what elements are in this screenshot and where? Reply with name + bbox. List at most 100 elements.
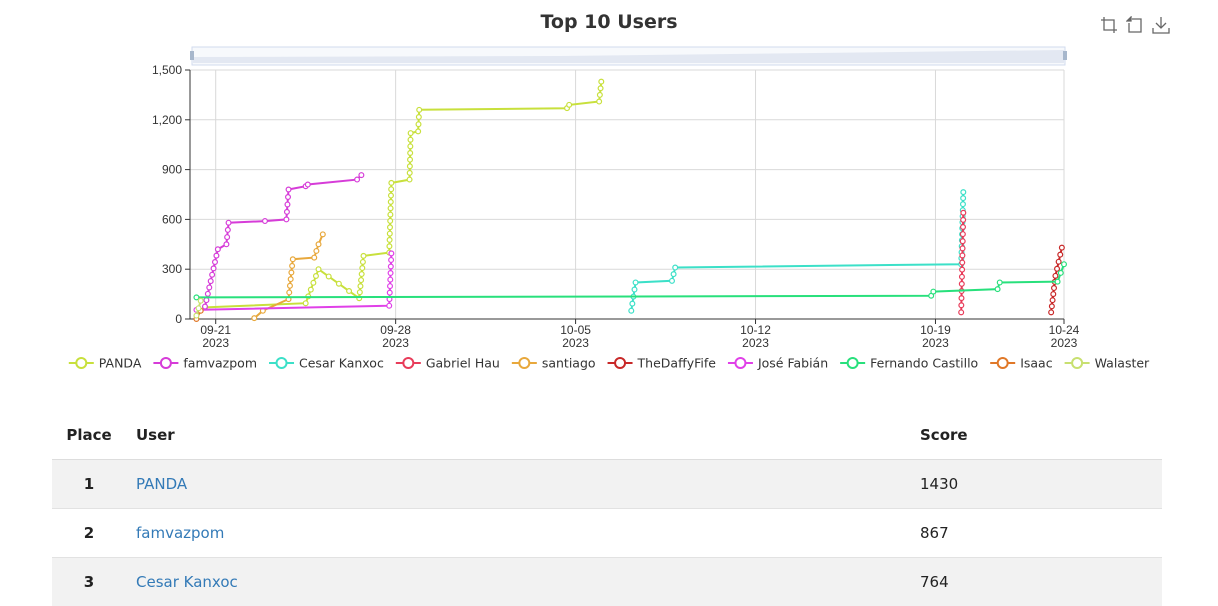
data-zoom-slider[interactable]: [190, 47, 1067, 65]
data-point: [211, 266, 216, 271]
data-zoom-handle-left[interactable]: [190, 51, 194, 60]
legend-item[interactable]: José Fabián: [728, 356, 828, 371]
legend-item[interactable]: Cesar Kanxoc: [269, 356, 384, 371]
data-point: [959, 303, 964, 308]
user-cell: PANDA: [126, 460, 910, 509]
data-point: [389, 258, 394, 263]
data-point: [358, 284, 363, 289]
data-point: [407, 171, 412, 176]
data-point: [312, 255, 317, 260]
data-point: [314, 249, 319, 254]
header-score: Score: [910, 411, 1162, 460]
table-row: 2 famvazpom 867: [52, 509, 1162, 558]
series-famvazpom: [203, 173, 364, 309]
data-point: [960, 232, 965, 237]
x-tick-year: 2023: [202, 336, 229, 350]
data-point: [633, 280, 638, 285]
x-tick-label: 10-12: [740, 323, 771, 337]
data-point: [567, 102, 572, 107]
legend-item[interactable]: Gabriel Hau: [396, 356, 500, 371]
user-link[interactable]: famvazpom: [136, 524, 224, 542]
data-zoom-handle-right[interactable]: [1063, 51, 1067, 60]
data-point: [194, 295, 199, 300]
data-point: [314, 274, 319, 279]
data-point: [1051, 292, 1056, 297]
legend-item[interactable]: famvazpom: [153, 356, 257, 371]
data-point: [284, 217, 289, 222]
data-point: [359, 278, 364, 283]
place-cell: 1: [52, 460, 126, 509]
x-tick-label: 10-05: [560, 323, 591, 337]
data-point: [196, 306, 201, 311]
data-point: [408, 144, 413, 149]
legend-item[interactable]: PANDA: [69, 356, 142, 371]
user-link[interactable]: PANDA: [136, 475, 187, 493]
x-axis: 09-21202309-28202310-05202310-12202310-1…: [190, 319, 1080, 350]
data-point: [359, 272, 364, 277]
line-chart: 03006009001,2001,500 09-21202309-2820231…: [0, 0, 1218, 400]
legend-marker-icon: [161, 358, 171, 368]
series-panda: [203, 79, 604, 310]
data-point: [286, 195, 291, 200]
data-point: [355, 177, 360, 182]
legend-item[interactable]: TheDaffyFife: [608, 356, 717, 371]
data-point: [287, 290, 292, 295]
data-point: [960, 253, 965, 258]
user-link[interactable]: Cesar Kanxoc: [136, 573, 238, 591]
legend-marker-icon: [998, 358, 1008, 368]
data-point: [959, 310, 964, 315]
data-point: [671, 272, 676, 277]
data-point: [210, 272, 215, 277]
legend-item[interactable]: Fernando Castillo: [840, 356, 978, 371]
data-point: [961, 225, 966, 230]
data-point: [204, 298, 209, 303]
data-point: [388, 225, 393, 230]
header-place: Place: [52, 411, 126, 460]
data-point: [224, 242, 229, 247]
data-point: [961, 196, 966, 201]
legend-label: Cesar Kanxoc: [299, 356, 384, 371]
legend-marker-icon: [848, 358, 858, 368]
data-point: [960, 239, 965, 244]
data-point: [1049, 304, 1054, 309]
data-point: [285, 210, 290, 215]
data-point: [961, 190, 966, 195]
data-point: [599, 79, 604, 84]
data-point: [629, 308, 634, 313]
legend-label: Fernando Castillo: [870, 356, 978, 371]
data-point: [357, 290, 362, 295]
data-point: [597, 93, 602, 98]
y-tick-label: 1,500: [152, 63, 182, 77]
legend-marker-icon: [615, 358, 625, 368]
legend-label: santiago: [542, 356, 596, 371]
data-point: [311, 280, 316, 285]
legend-marker-icon: [519, 358, 529, 368]
data-point: [389, 193, 394, 198]
legend-marker-icon: [735, 358, 745, 368]
data-point: [208, 279, 213, 284]
data-point: [303, 301, 308, 306]
series-line: [205, 82, 601, 308]
data-point: [198, 298, 203, 303]
data-point: [1059, 245, 1064, 250]
y-tick-label: 0: [175, 312, 182, 326]
data-point: [416, 129, 421, 134]
data-point: [408, 131, 413, 136]
legend-item[interactable]: santiago: [512, 356, 596, 371]
legend-item[interactable]: Isaac: [990, 356, 1053, 371]
y-axis: 03006009001,2001,500: [152, 63, 190, 326]
leaderboard-table: Place User Score 1 PANDA 1430 2 famvazpo…: [52, 411, 1162, 606]
data-point: [597, 99, 602, 104]
x-tick-year: 2023: [922, 336, 949, 350]
legend-item[interactable]: Walaster: [1065, 356, 1150, 371]
data-point: [387, 244, 392, 249]
score-cell: 1430: [910, 460, 1162, 509]
data-point: [388, 264, 393, 269]
data-point: [997, 280, 1002, 285]
data-point: [194, 313, 199, 318]
legend-marker-icon: [403, 358, 413, 368]
data-point: [225, 228, 230, 233]
data-point: [408, 157, 413, 162]
data-point: [359, 173, 364, 178]
header-user: User: [126, 411, 910, 460]
